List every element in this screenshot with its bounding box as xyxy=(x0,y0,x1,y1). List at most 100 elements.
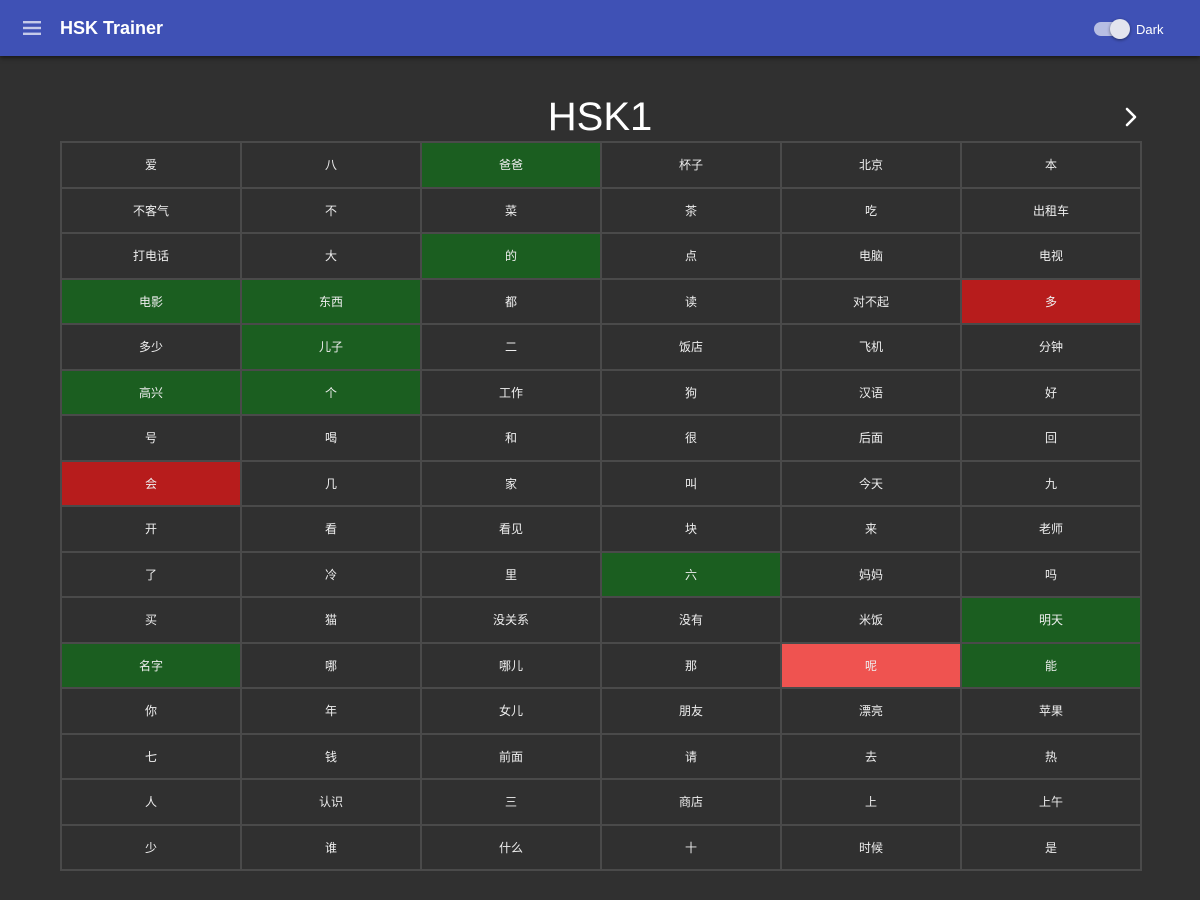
vocab-cell[interactable]: 朋友 xyxy=(600,687,782,735)
vocab-cell[interactable]: 哪儿 xyxy=(420,641,602,689)
vocab-cell[interactable]: 去 xyxy=(780,732,962,780)
vocab-cell[interactable]: 没有 xyxy=(600,596,782,644)
vocab-cell[interactable]: 女儿 xyxy=(420,687,602,735)
vocab-cell[interactable]: 工作 xyxy=(420,368,602,416)
vocab-cell[interactable]: 今天 xyxy=(780,459,962,507)
vocab-cell[interactable]: 多少 xyxy=(60,323,242,371)
vocab-cell[interactable]: 请 xyxy=(600,732,782,780)
vocab-cell[interactable]: 明天 xyxy=(960,596,1142,644)
vocab-cell[interactable]: 吃 xyxy=(780,186,962,234)
switch-track[interactable] xyxy=(1094,19,1130,39)
vocab-cell[interactable]: 会 xyxy=(60,459,242,507)
vocab-cell[interactable]: 漂亮 xyxy=(780,687,962,735)
vocab-cell[interactable]: 少 xyxy=(60,823,242,871)
vocab-cell[interactable]: 打电话 xyxy=(60,232,242,280)
vocab-cell[interactable]: 后面 xyxy=(780,414,962,462)
vocab-cell[interactable]: 看 xyxy=(240,505,422,553)
vocab-cell[interactable]: 哪 xyxy=(240,641,422,689)
vocab-cell[interactable]: 读 xyxy=(600,277,782,325)
vocab-cell[interactable]: 都 xyxy=(420,277,602,325)
vocab-cell[interactable]: 回 xyxy=(960,414,1142,462)
vocab-cell[interactable]: 出租车 xyxy=(960,186,1142,234)
vocab-cell[interactable]: 块 xyxy=(600,505,782,553)
vocab-cell[interactable]: 杯子 xyxy=(600,141,782,189)
vocab-cell[interactable]: 二 xyxy=(420,323,602,371)
vocab-cell[interactable]: 没关系 xyxy=(420,596,602,644)
vocab-cell[interactable]: 商店 xyxy=(600,778,782,826)
vocab-cell[interactable]: 多 xyxy=(960,277,1142,325)
vocab-cell[interactable]: 几 xyxy=(240,459,422,507)
vocab-cell[interactable]: 狗 xyxy=(600,368,782,416)
vocab-cell[interactable]: 大 xyxy=(240,232,422,280)
vocab-cell[interactable]: 叫 xyxy=(600,459,782,507)
vocab-cell[interactable]: 上午 xyxy=(960,778,1142,826)
vocab-cell[interactable]: 谁 xyxy=(240,823,422,871)
vocab-cell[interactable]: 人 xyxy=(60,778,242,826)
next-level-button[interactable] xyxy=(1118,104,1144,130)
vocab-cell[interactable]: 三 xyxy=(420,778,602,826)
vocab-cell[interactable]: 开 xyxy=(60,505,242,553)
vocab-cell[interactable]: 爱 xyxy=(60,141,242,189)
vocab-cell[interactable]: 北京 xyxy=(780,141,962,189)
vocab-cell[interactable]: 对不起 xyxy=(780,277,962,325)
vocab-cell[interactable]: 八 xyxy=(240,141,422,189)
vocab-cell[interactable]: 钱 xyxy=(240,732,422,780)
vocab-cell[interactable]: 爸爸 xyxy=(420,141,602,189)
switch-thumb[interactable] xyxy=(1110,19,1130,39)
vocab-cell[interactable]: 米饭 xyxy=(780,596,962,644)
vocab-cell[interactable]: 电视 xyxy=(960,232,1142,280)
vocab-cell[interactable]: 猫 xyxy=(240,596,422,644)
vocab-cell[interactable]: 你 xyxy=(60,687,242,735)
vocab-cell[interactable]: 冷 xyxy=(240,550,422,598)
vocab-cell[interactable]: 饭店 xyxy=(600,323,782,371)
vocab-cell[interactable]: 老师 xyxy=(960,505,1142,553)
vocab-cell[interactable]: 和 xyxy=(420,414,602,462)
vocab-cell[interactable]: 家 xyxy=(420,459,602,507)
vocab-cell[interactable]: 买 xyxy=(60,596,242,644)
vocab-cell[interactable]: 分钟 xyxy=(960,323,1142,371)
vocab-cell[interactable]: 菜 xyxy=(420,186,602,234)
vocab-cell[interactable]: 高兴 xyxy=(60,368,242,416)
vocab-cell[interactable]: 六 xyxy=(600,550,782,598)
vocab-cell[interactable]: 什么 xyxy=(420,823,602,871)
vocab-cell[interactable]: 好 xyxy=(960,368,1142,416)
vocab-cell[interactable]: 九 xyxy=(960,459,1142,507)
vocab-cell[interactable]: 东西 xyxy=(240,277,422,325)
menu-button[interactable] xyxy=(20,16,44,40)
vocab-cell[interactable]: 个 xyxy=(240,368,422,416)
vocab-cell[interactable]: 十 xyxy=(600,823,782,871)
vocab-cell[interactable]: 不客气 xyxy=(60,186,242,234)
vocab-cell[interactable]: 喝 xyxy=(240,414,422,462)
vocab-cell[interactable]: 认识 xyxy=(240,778,422,826)
vocab-cell[interactable]: 汉语 xyxy=(780,368,962,416)
vocab-cell[interactable]: 本 xyxy=(960,141,1142,189)
vocab-cell[interactable]: 不 xyxy=(240,186,422,234)
vocab-cell[interactable]: 上 xyxy=(780,778,962,826)
vocab-cell[interactable]: 年 xyxy=(240,687,422,735)
vocab-cell[interactable]: 时候 xyxy=(780,823,962,871)
vocab-cell[interactable]: 七 xyxy=(60,732,242,780)
vocab-cell[interactable]: 是 xyxy=(960,823,1142,871)
vocab-cell[interactable]: 里 xyxy=(420,550,602,598)
vocab-cell[interactable]: 号 xyxy=(60,414,242,462)
vocab-cell[interactable]: 热 xyxy=(960,732,1142,780)
vocab-cell[interactable]: 很 xyxy=(600,414,782,462)
vocab-cell[interactable]: 飞机 xyxy=(780,323,962,371)
vocab-cell[interactable]: 看见 xyxy=(420,505,602,553)
vocab-cell[interactable]: 能 xyxy=(960,641,1142,689)
vocab-cell[interactable]: 茶 xyxy=(600,186,782,234)
vocab-cell[interactable]: 呢 xyxy=(780,641,962,689)
vocab-cell[interactable]: 电影 xyxy=(60,277,242,325)
vocab-cell[interactable]: 了 xyxy=(60,550,242,598)
vocab-cell[interactable]: 来 xyxy=(780,505,962,553)
vocab-cell[interactable]: 苹果 xyxy=(960,687,1142,735)
vocab-cell[interactable]: 的 xyxy=(420,232,602,280)
vocab-cell[interactable]: 电脑 xyxy=(780,232,962,280)
dark-mode-toggle[interactable]: Dark xyxy=(1094,18,1170,40)
vocab-cell[interactable]: 那 xyxy=(600,641,782,689)
vocab-cell[interactable]: 点 xyxy=(600,232,782,280)
vocab-cell[interactable]: 名字 xyxy=(60,641,242,689)
vocab-cell[interactable]: 儿子 xyxy=(240,323,422,371)
vocab-cell[interactable]: 妈妈 xyxy=(780,550,962,598)
vocab-cell[interactable]: 前面 xyxy=(420,732,602,780)
